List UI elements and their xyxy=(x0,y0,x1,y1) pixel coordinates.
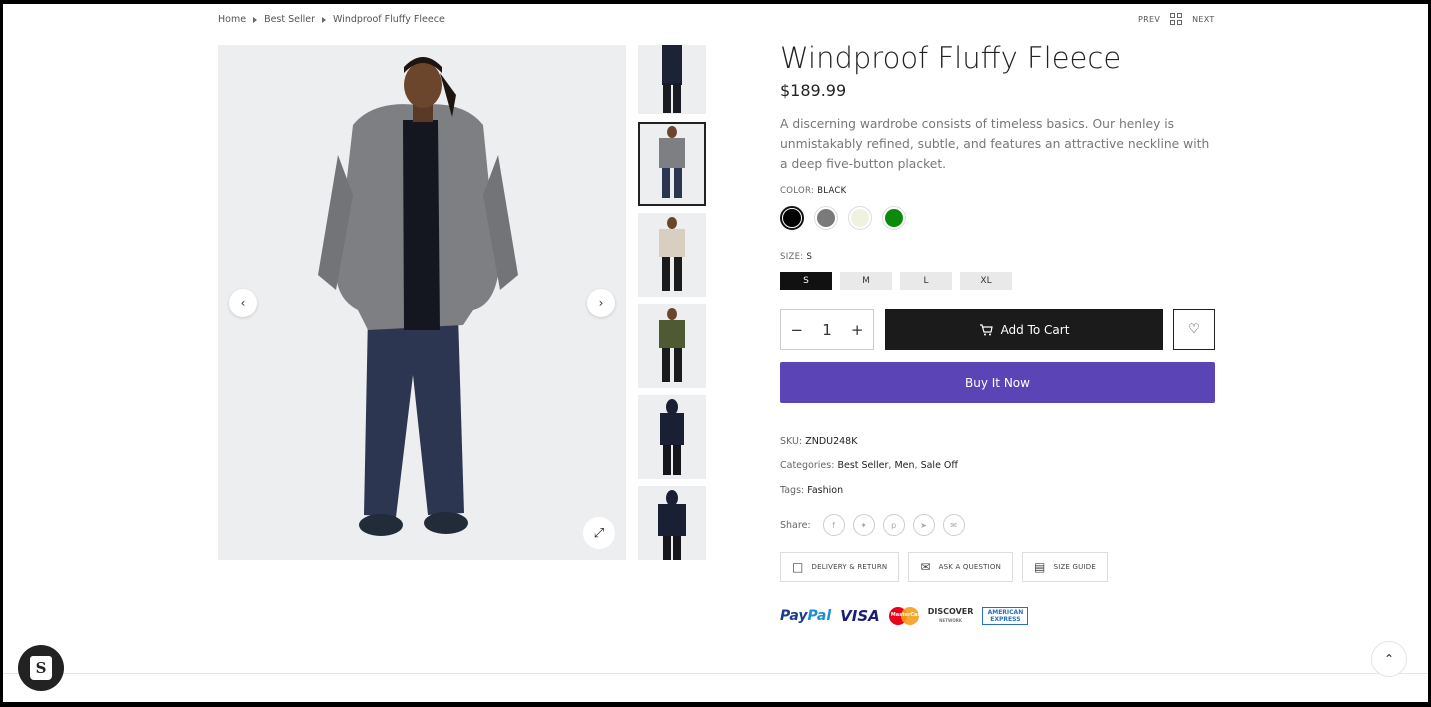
thumbnail-4[interactable] xyxy=(638,304,706,388)
thumbnail-photo xyxy=(662,45,682,113)
ruler-icon: ▤ xyxy=(1034,560,1046,574)
thumbnail-photo xyxy=(659,217,685,291)
size-m-button[interactable]: M xyxy=(840,272,892,290)
footer-divider xyxy=(3,673,1428,674)
add-to-cart-button[interactable]: Add To Cart xyxy=(885,309,1163,350)
payment-methods: PayPal VISA MasterCard DISCOVER NETWORK A… xyxy=(780,607,1029,625)
breadcrumb-collection-link[interactable]: Best Seller xyxy=(264,14,315,25)
share-row: Share: f ✦ p ➤ ✉ xyxy=(780,514,965,536)
box-icon: □ xyxy=(792,560,804,574)
twitter-icon[interactable]: ✦ xyxy=(852,514,875,536)
shopify-button[interactable]: S xyxy=(18,645,64,691)
size-l-button[interactable]: L xyxy=(900,272,952,290)
product-pager: PREV NEXT xyxy=(1138,13,1215,25)
envelope-icon: ✉ xyxy=(920,560,931,574)
thumbnail-photo xyxy=(658,490,686,560)
size-value: S xyxy=(806,252,813,262)
color-option-label: COLOR: BLACK xyxy=(780,186,847,196)
quantity-stepper: − 1 + xyxy=(780,309,874,350)
share-label: Share: xyxy=(780,519,811,531)
size-xl-button[interactable]: XL xyxy=(960,272,1012,290)
shopify-bag-icon: S xyxy=(30,656,52,680)
product-price: $189.99 xyxy=(780,81,847,100)
size-label: SIZE: xyxy=(780,252,804,262)
wishlist-button[interactable]: ♡ xyxy=(1173,309,1215,350)
category-link[interactable]: Best Seller xyxy=(837,460,888,471)
swatch-black[interactable] xyxy=(780,206,804,230)
sku-row: SKU: ZNDU248K xyxy=(780,436,857,447)
size-guide-button[interactable]: ▤ SIZE GUIDE xyxy=(1022,552,1108,582)
chevron-left-icon: ‹ xyxy=(240,296,246,310)
thumbnail-1[interactable] xyxy=(638,45,706,114)
delivery-return-label: DELIVERY & RETURN xyxy=(811,563,888,571)
swatch-grey[interactable] xyxy=(814,206,838,230)
thumbnail-photo xyxy=(659,308,685,382)
back-to-top-button[interactable]: ⌃ xyxy=(1371,641,1407,677)
grid-icon[interactable] xyxy=(1170,13,1183,25)
telegram-icon[interactable]: ➤ xyxy=(912,514,935,536)
discover-logo: DISCOVER NETWORK xyxy=(927,607,974,623)
heart-icon: ♡ xyxy=(1188,322,1200,337)
color-value: BLACK xyxy=(817,186,847,196)
next-product-link[interactable]: NEXT xyxy=(1192,15,1214,24)
main-product-image[interactable]: ‹ › ⤢ xyxy=(218,45,626,560)
breadcrumb: Home Best Seller Windproof Fluffy Fleece xyxy=(218,14,445,25)
chevron-right-icon: › xyxy=(598,296,604,310)
categories-row: Categories: Best Seller, Men, Sale Off xyxy=(780,460,958,471)
ask-question-label: ASK A QUESTION xyxy=(938,563,1002,571)
thumbnail-3[interactable] xyxy=(638,213,706,297)
next-image-button[interactable]: › xyxy=(587,289,615,317)
size-s-button[interactable]: S xyxy=(780,272,832,290)
tag-link[interactable]: Fashion xyxy=(807,485,843,496)
facebook-icon[interactable]: f xyxy=(822,514,845,536)
amex-logo: AMERICAN EXPRESS xyxy=(982,607,1029,625)
tags-row: Tags: Fashion xyxy=(780,485,843,496)
expand-icon: ⤢ xyxy=(593,525,605,541)
info-links: □ DELIVERY & RETURN ✉ ASK A QUESTION ▤ S… xyxy=(780,552,1108,582)
minus-icon[interactable]: − xyxy=(791,321,804,339)
breadcrumb-separator-icon xyxy=(322,16,327,23)
sku-label: SKU: xyxy=(780,436,803,447)
tags-label: Tags: xyxy=(780,485,805,496)
breadcrumb-current: Windproof Fluffy Fleece xyxy=(333,14,445,25)
swatch-green[interactable] xyxy=(882,206,906,230)
prev-product-link[interactable]: PREV xyxy=(1138,15,1160,24)
thumbnail-photo xyxy=(660,399,684,475)
visa-logo: VISA xyxy=(840,607,880,625)
product-description: A discerning wardrobe consists of timele… xyxy=(780,117,1210,171)
sku-value: ZNDU248K xyxy=(805,436,858,447)
product-title: Windproof Fluffy Fleece xyxy=(780,41,1122,75)
plus-icon[interactable]: + xyxy=(851,321,864,339)
paypal-logo: PayPal xyxy=(780,608,832,624)
model-photo xyxy=(218,45,626,560)
category-link[interactable]: Men xyxy=(894,460,914,471)
buy-now-button[interactable]: Buy It Now xyxy=(780,362,1215,403)
quantity-value[interactable]: 1 xyxy=(822,321,832,339)
color-label: COLOR: xyxy=(780,186,815,196)
email-icon[interactable]: ✉ xyxy=(942,514,965,536)
size-options: S M L XL xyxy=(780,272,1012,290)
category-link[interactable]: Sale Off xyxy=(921,460,958,471)
color-swatches xyxy=(780,206,906,230)
zoom-button[interactable]: ⤢ xyxy=(583,517,615,549)
size-guide-label: SIZE GUIDE xyxy=(1053,563,1096,571)
chevron-up-icon: ⌃ xyxy=(1383,652,1395,666)
thumbnail-2[interactable] xyxy=(638,122,706,206)
swatch-cream[interactable] xyxy=(848,206,872,230)
categories-label: Categories: xyxy=(780,460,835,471)
breadcrumb-home-link[interactable]: Home xyxy=(218,14,246,25)
add-to-cart-label: Add To Cart xyxy=(1000,322,1070,337)
prev-image-button[interactable]: ‹ xyxy=(229,289,257,317)
pinterest-icon[interactable]: p xyxy=(882,514,905,536)
size-option-label: SIZE: S xyxy=(780,252,812,262)
ask-question-button[interactable]: ✉ ASK A QUESTION xyxy=(908,552,1014,582)
page-frame: Home Best Seller Windproof Fluffy Fleece… xyxy=(3,4,1428,702)
thumbnail-6[interactable] xyxy=(638,486,706,560)
breadcrumb-separator-icon xyxy=(253,16,258,23)
thumbnail-5[interactable] xyxy=(638,395,706,479)
cart-icon xyxy=(979,323,993,335)
thumbnail-photo xyxy=(659,126,685,198)
delivery-return-button[interactable]: □ DELIVERY & RETURN xyxy=(780,552,900,582)
mastercard-logo: MasterCard xyxy=(888,607,923,625)
